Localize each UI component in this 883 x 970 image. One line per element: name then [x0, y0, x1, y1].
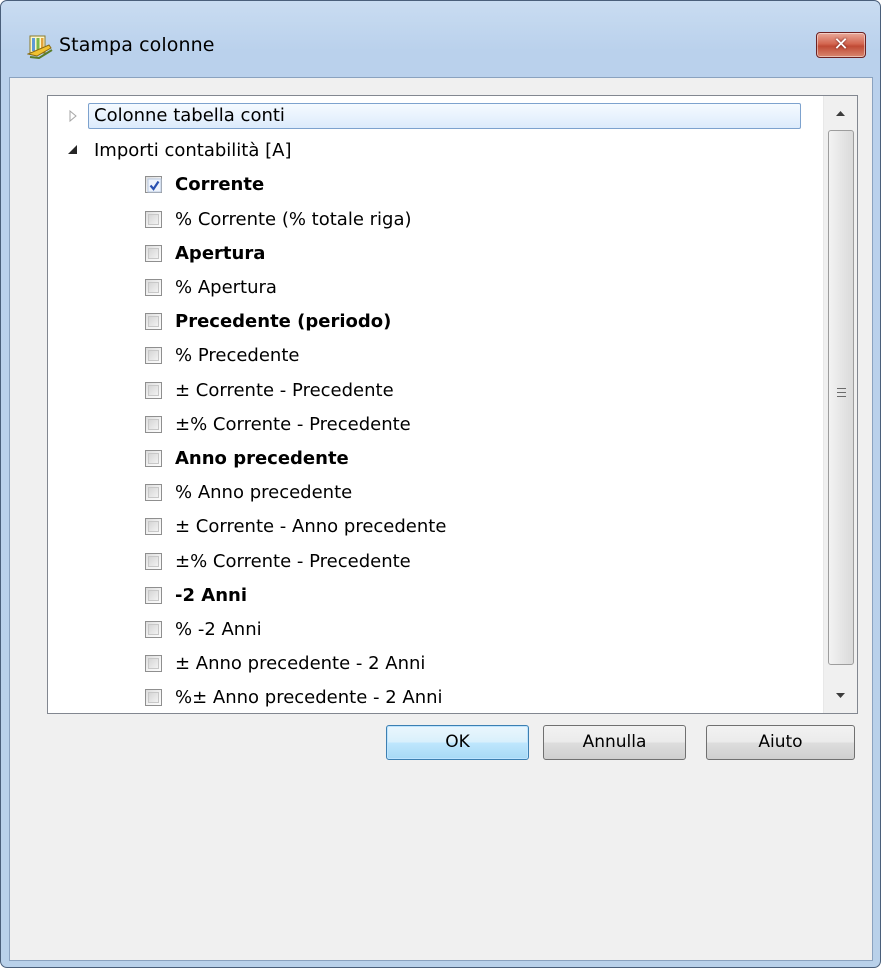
- checkbox[interactable]: [145, 552, 162, 570]
- tree-checkbox-row[interactable]: Precedente (periodo): [48, 305, 818, 339]
- column-option-label: % -2 Anni: [175, 619, 262, 640]
- tree-checkbox-row[interactable]: % Apertura: [48, 271, 818, 305]
- tree-group-row[interactable]: Importi contabilità [A]: [48, 134, 818, 168]
- column-option-label: ± Corrente - Precedente: [175, 379, 394, 401]
- scrollbar-thumb[interactable]: [828, 130, 854, 665]
- column-option-label: Anno precedente: [175, 448, 349, 469]
- close-button[interactable]: ✕: [816, 32, 866, 58]
- checkbox[interactable]: [145, 381, 162, 399]
- column-option-label: Corrente: [175, 174, 265, 196]
- checkbox[interactable]: [145, 347, 162, 365]
- checkbox[interactable]: [145, 313, 162, 331]
- window-title: Stampa colonne: [59, 34, 215, 56]
- tree-checkbox-row[interactable]: ±% Corrente - Precedente: [48, 408, 818, 442]
- column-option-label: ± Corrente - Anno precedente: [175, 516, 447, 538]
- tree-checkbox-row[interactable]: % -2 Anni: [48, 613, 818, 647]
- scroll-up-arrow-icon[interactable]: [826, 98, 855, 128]
- print-columns-icon: [27, 35, 53, 59]
- checkbox-checked[interactable]: [145, 176, 162, 194]
- checkbox[interactable]: [145, 484, 162, 502]
- column-option-label: % Apertura: [175, 277, 277, 298]
- dialog-window: Stampa colonne ✕ Colonne tabella conti Im…: [0, 0, 881, 968]
- tree-group-label: Importi contabilità [A]: [94, 140, 292, 162]
- tree-checkbox-row[interactable]: ± Corrente - Precedente: [48, 374, 818, 408]
- column-option-label: % Corrente (% totale riga): [175, 208, 412, 230]
- checkbox[interactable]: [145, 518, 162, 536]
- expanded-arrow-icon[interactable]: [66, 143, 80, 157]
- checkbox[interactable]: [145, 415, 162, 433]
- collapsed-arrow-icon[interactable]: [66, 109, 80, 123]
- dialog-body: Colonne tabella conti Importi contabilità…: [9, 77, 873, 961]
- checkmark-icon: [147, 178, 162, 193]
- vertical-scrollbar[interactable]: [823, 96, 857, 713]
- column-option-label: Precedente (periodo): [175, 311, 392, 333]
- checkbox[interactable]: [145, 689, 162, 707]
- tree-checkbox-row[interactable]: % Precedente: [48, 339, 818, 373]
- scrollbar-grip-icon: [837, 388, 846, 398]
- column-option-label: Apertura: [175, 242, 266, 264]
- column-option-label: ±% Corrente - Precedente: [175, 413, 411, 435]
- scroll-down-arrow-icon[interactable]: [826, 681, 855, 711]
- tree-checkbox-row[interactable]: Corrente: [48, 168, 818, 202]
- tree-checkbox-row[interactable]: Apertura: [48, 237, 818, 271]
- tree-checkbox-row[interactable]: Anno precedente: [48, 442, 818, 476]
- cancel-button[interactable]: Annulla: [543, 725, 686, 760]
- help-button[interactable]: Aiuto: [706, 725, 855, 760]
- column-option-label: % Anno precedente: [175, 482, 353, 504]
- close-icon: ✕: [833, 34, 849, 55]
- tree-checkbox-row[interactable]: %± Anno precedente - 2 Anni: [48, 681, 818, 713]
- tree-checkbox-row[interactable]: ±% Corrente - Precedente: [48, 545, 818, 579]
- column-option-label: % Precedente: [175, 345, 300, 367]
- tree-checkbox-row[interactable]: % Corrente (% totale riga): [48, 203, 818, 237]
- tree-checkbox-row[interactable]: ± Anno precedente - 2 Anni: [48, 647, 818, 681]
- title-bar[interactable]: Stampa colonne ✕: [1, 1, 880, 67]
- checkbox[interactable]: [145, 621, 162, 638]
- tree-group-label: Colonne tabella conti: [88, 103, 801, 129]
- ok-button[interactable]: OK: [386, 725, 529, 760]
- column-option-label: %± Anno precedente - 2 Anni: [175, 687, 443, 709]
- column-option-label: ±% Corrente - Precedente: [175, 550, 411, 572]
- tree-checkbox-row[interactable]: -2 Anni: [48, 579, 818, 613]
- checkbox[interactable]: [145, 279, 162, 296]
- tree-checkbox-row[interactable]: ± Corrente - Anno precedente: [48, 510, 818, 544]
- checkbox[interactable]: [145, 450, 162, 467]
- column-option-label: ± Anno precedente - 2 Anni: [175, 653, 426, 675]
- column-option-label: -2 Anni: [175, 584, 247, 606]
- tree-checkbox-row[interactable]: % Anno precedente: [48, 476, 818, 510]
- checkbox[interactable]: [145, 655, 162, 673]
- column-tree[interactable]: Colonne tabella conti Importi contabilità…: [47, 95, 858, 714]
- checkbox[interactable]: [145, 244, 162, 262]
- tree-group-row[interactable]: Colonne tabella conti: [48, 100, 818, 134]
- checkbox[interactable]: [145, 586, 162, 604]
- checkbox[interactable]: [145, 210, 162, 228]
